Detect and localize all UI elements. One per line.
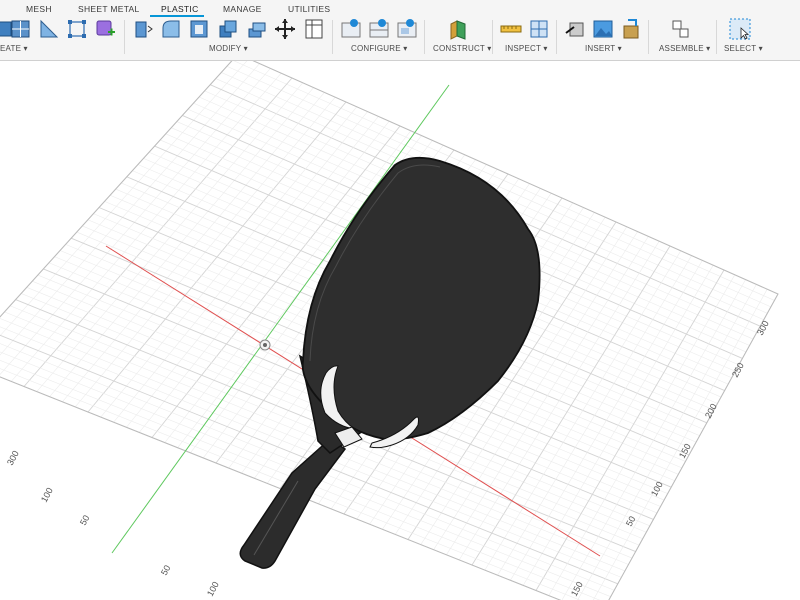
tab-plastic[interactable]: PLASTIC [161, 4, 199, 14]
separator [332, 20, 333, 54]
inspect-group-label[interactable]: INSPECT ▾ [505, 44, 548, 53]
axis-label: 50 [624, 514, 638, 528]
separator [424, 20, 425, 54]
construct-group-label[interactable]: CONSTRUCT ▾ [433, 44, 492, 53]
configure-rule-icon[interactable] [368, 18, 390, 40]
grid-line [522, 265, 714, 586]
separator [492, 20, 493, 54]
insert-mcmaster-icon[interactable] [620, 18, 642, 40]
grid-line [535, 269, 725, 591]
insert-image-icon[interactable] [592, 18, 614, 40]
press-pull-icon[interactable] [132, 18, 154, 40]
table-icon[interactable] [304, 18, 326, 40]
shell-icon[interactable] [188, 18, 210, 40]
canvas-viewport[interactable]: 300 250 200 150 100 50 100 50 50 100 150… [0, 61, 800, 600]
fillet-icon[interactable] [160, 18, 182, 40]
sketch-grid-icon[interactable] [10, 18, 32, 40]
configure-table-icon[interactable] [340, 18, 362, 40]
tab-sheet-metal[interactable]: SHEET METAL [78, 4, 140, 14]
tab-mesh[interactable]: MESH [26, 4, 52, 14]
solid-add-icon[interactable] [94, 18, 116, 40]
axis-label: 50 [159, 563, 173, 577]
insert-derive-icon[interactable] [564, 18, 586, 40]
combine-icon[interactable] [217, 18, 239, 40]
offset-plane-icon[interactable] [447, 18, 469, 40]
3d-scene[interactable]: 300 250 200 150 100 50 100 50 50 100 150… [0, 61, 800, 600]
tab-manage[interactable]: MANAGE [223, 4, 262, 14]
axis-label: 150 [569, 580, 585, 598]
axis-label: 300 [755, 319, 771, 337]
paddle-model[interactable] [239, 156, 541, 569]
measure-icon[interactable] [500, 18, 522, 40]
active-tab-indicator [150, 15, 204, 17]
separator [124, 20, 125, 54]
tab-utilities[interactable]: UTILITIES [288, 4, 330, 14]
axis-label: 300 [5, 449, 21, 467]
axis-label: 50 [78, 513, 92, 527]
insert-group-label[interactable]: INSERT ▾ [585, 44, 622, 53]
joint-icon[interactable] [670, 18, 692, 40]
configure-theme-icon[interactable] [396, 18, 418, 40]
revolve-icon[interactable] [38, 18, 60, 40]
separator [716, 20, 717, 54]
align-icon[interactable] [274, 18, 296, 40]
modify-group-label[interactable]: MODIFY ▾ [209, 44, 248, 53]
axis-label: 100 [39, 486, 55, 504]
grid-line [0, 61, 248, 337]
separator [648, 20, 649, 54]
origin-marker[interactable] [259, 339, 271, 351]
axis-label: 250 [730, 361, 746, 379]
select-group-label[interactable]: SELECT ▾ [724, 44, 763, 53]
select-window-icon[interactable] [729, 18, 751, 40]
assemble-group-label[interactable]: ASSEMBLE ▾ [659, 44, 710, 53]
move-icon[interactable] [246, 18, 268, 40]
section-analysis-icon[interactable] [528, 18, 550, 40]
separator [556, 20, 557, 54]
create-group-label[interactable]: EATE ▾ [0, 44, 28, 53]
axis-label: 150 [677, 442, 693, 460]
axis-label: 100 [649, 480, 665, 498]
ribbon-toolbar: MESH SHEET METAL PLASTIC MANAGE UTILITIE… [0, 0, 800, 61]
grid-line [510, 260, 703, 581]
axis-label: 100 [205, 580, 221, 598]
paddle-handle[interactable] [239, 438, 347, 569]
bounding-box-icon[interactable] [66, 18, 88, 40]
configure-group-label[interactable]: CONFIGURE ▾ [351, 44, 407, 53]
